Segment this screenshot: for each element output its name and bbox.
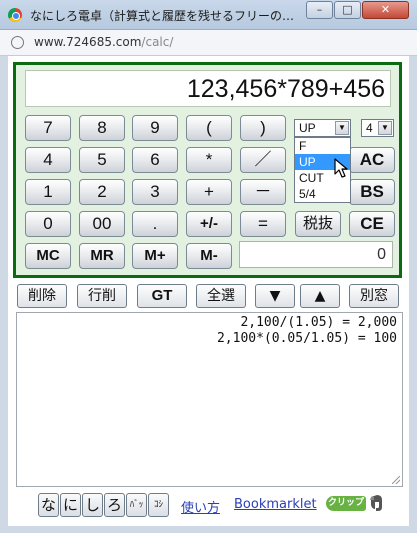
digits-select-value: 4 (366, 121, 373, 135)
delete-row-button[interactable]: 行削 (77, 284, 127, 308)
key-mr[interactable]: MR (79, 243, 125, 269)
key-bs[interactable]: BS (349, 179, 395, 205)
history-line: 2,100/(1.05) = 2,000 (240, 315, 397, 330)
delete-button[interactable]: 削除 (17, 284, 67, 308)
window-titlebar: なにしろ電卓（計算式と履歴を残せるフリーの… – □ ✕ (0, 0, 417, 30)
minimize-button[interactable]: – (306, 1, 333, 19)
chrome-icon (8, 8, 22, 22)
digits-select[interactable]: 4 ▼ (361, 119, 394, 137)
resize-grip-icon[interactable] (392, 476, 400, 484)
key-tax-exclude[interactable]: 税抜 (295, 211, 341, 237)
key-m-plus[interactable]: M+ (132, 243, 178, 269)
rounding-option-f[interactable]: F (295, 138, 350, 154)
key-mc[interactable]: MC (25, 243, 71, 269)
key-plus-minus[interactable]: +/- (186, 211, 232, 237)
window-title: なにしろ電卓（計算式と履歴を残せるフリーの… (30, 9, 295, 23)
theme-button-ro[interactable]: ろ (104, 493, 125, 517)
usage-link[interactable]: 使い方 (181, 497, 220, 516)
address-bar[interactable]: www.724685.com/calc/ (0, 30, 417, 56)
key-5[interactable]: 5 (79, 147, 125, 173)
key-3[interactable]: 3 (132, 179, 178, 205)
theme-button-koshi[interactable]: ｺｼ (148, 493, 169, 517)
grand-total-button[interactable]: GT (137, 284, 187, 308)
up-button[interactable]: ▲ (300, 284, 340, 308)
rounding-select-value: UP (299, 121, 316, 135)
key-divide[interactable]: ／ (240, 147, 286, 173)
key-ce[interactable]: CE (349, 211, 395, 237)
history-line: 2,100*(0.05/1.05) = 100 (216, 331, 397, 346)
chevron-down-icon: ▼ (335, 121, 349, 135)
theme-button-na[interactable]: な (38, 493, 59, 517)
clip-button[interactable]: クリップ (326, 496, 366, 511)
new-window-button[interactable]: 別窓 (349, 284, 399, 308)
bookmarklet-link[interactable]: Bookmarklet (234, 497, 317, 512)
key-close-paren[interactable]: ) (240, 115, 286, 141)
url-domain: www.724685.com (34, 35, 142, 49)
key-7[interactable]: 7 (25, 115, 71, 141)
rounding-option-5-4[interactable]: 5/4 (295, 186, 350, 202)
key-equals[interactable]: = (240, 211, 286, 237)
key-6[interactable]: 6 (132, 147, 178, 173)
key-m-minus[interactable]: M- (186, 243, 232, 269)
theme-button-ni[interactable]: に (60, 493, 81, 517)
close-button[interactable]: ✕ (362, 1, 409, 19)
page-icon (11, 36, 24, 49)
key-4[interactable]: 4 (25, 147, 71, 173)
memory-display: 0 (239, 241, 393, 268)
theme-button-ba[interactable]: ﾊﾞｯ (126, 493, 147, 517)
key-1[interactable]: 1 (25, 179, 71, 205)
key-8[interactable]: 8 (79, 115, 125, 141)
key-9[interactable]: 9 (132, 115, 178, 141)
down-button[interactable]: ▼ (255, 284, 295, 308)
url-text[interactable]: www.724685.com/calc/ (34, 35, 173, 49)
key-00[interactable]: 00 (79, 211, 125, 237)
key-plus[interactable]: + (186, 179, 232, 205)
key-open-paren[interactable]: ( (186, 115, 232, 141)
key-2[interactable]: 2 (79, 179, 125, 205)
history-textarea[interactable]: 2,100/(1.05) = 2,000 2,100*(0.05/1.05) =… (16, 312, 403, 487)
key-ac[interactable]: AC (349, 147, 395, 173)
key-minus[interactable]: － (240, 179, 286, 205)
calculator-display: 123,456*789+456 (25, 70, 391, 107)
select-all-button[interactable]: 全選 (196, 284, 246, 308)
mouse-cursor-icon (334, 158, 348, 178)
key-decimal[interactable]: . (132, 211, 178, 237)
evernote-icon[interactable] (368, 494, 385, 512)
key-multiply[interactable]: * (186, 147, 232, 173)
url-path: /calc/ (141, 35, 174, 49)
theme-button-shi[interactable]: し (82, 493, 103, 517)
chevron-down-icon: ▼ (378, 121, 392, 135)
key-0[interactable]: 0 (25, 211, 71, 237)
maximize-button[interactable]: □ (334, 1, 361, 19)
rounding-select[interactable]: UP ▼ (294, 119, 351, 137)
